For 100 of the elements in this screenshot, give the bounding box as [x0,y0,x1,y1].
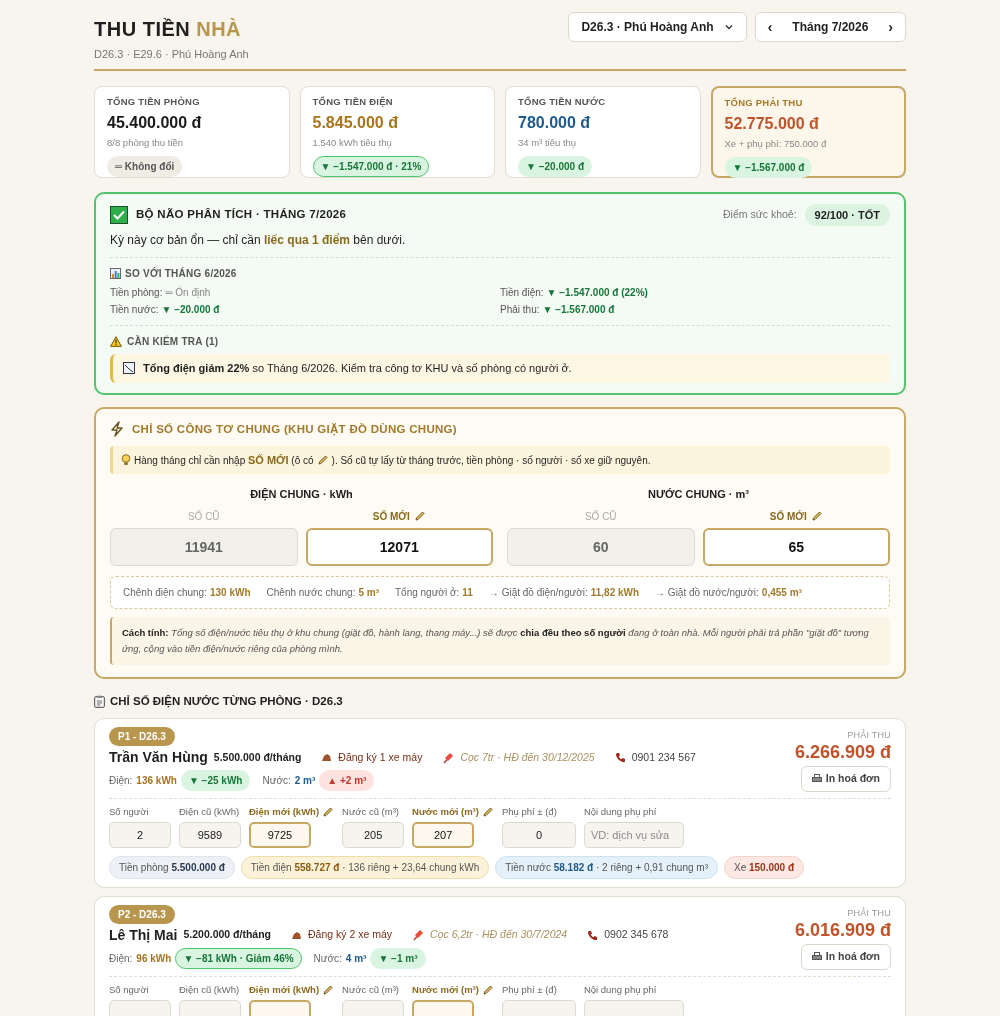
pin-icon [412,929,425,942]
cost-chip: Tiền điện 558.727 đ · 136 riêng + 23,64 chung kWh [240,855,490,879]
stat-value: 5 m³ [358,585,379,600]
compare-label: Phải thu: [500,303,540,317]
stat-label: Chênh điện chung: [123,585,207,600]
field-label: Phụ phí ± (đ) [501,805,557,818]
power-usage: 96 kWh [136,951,172,966]
tenant-name: Trần Văn Hùng [109,748,208,767]
usage-label: Điện: [109,774,133,788]
page-title-accent: NHÀ [196,17,242,42]
field-label: Số người [109,805,149,818]
compare-label: Tiền điện: [500,286,544,300]
old-reading-field[interactable]: 60 [507,527,695,566]
phone-icon [587,929,599,941]
print-invoice-button[interactable]: In hoá đơn [800,943,891,970]
new-reading-field[interactable]: 65 [702,527,890,566]
due-amount: 6.016.909 đ [794,918,891,941]
vehicle-info: Đăng ký 1 xe máy [338,749,423,765]
input-field[interactable]: 0 [501,821,576,848]
card-value: 52.775.000 đ [724,113,820,134]
tenant-name: Lê Thị Mai [109,925,178,945]
due-label: PHẢI THU [847,729,891,741]
input-field[interactable]: 9589 [179,821,241,848]
input-field[interactable]: 2 [109,821,171,848]
section-title: CẦN KIỂM TRA (1) [127,334,219,349]
panel-title: CHỈ SỐ CÔNG TƠ CHUNG (KHU GIẶT ĐỒ DÙNG CHUNG) [132,421,457,438]
compare-label: Tiền phòng: [110,286,163,300]
water-usage: 2 m³ [294,774,316,788]
card-subtext: Xe + phụ phí: 750.000 đ [724,136,828,151]
field-label: Số người [109,983,149,996]
bar-chart-icon [110,268,121,279]
print-invoice-button[interactable]: In hoá đơn [800,766,891,792]
field-label: Điện mới (kWh) [249,805,320,818]
usage-label: Nước: [313,951,342,966]
building-select[interactable]: D26.3 · Phú Hoàng Anh [568,12,747,42]
page-subtitle: D26.3 · E29.6 · Phú Hoàng Anh [94,47,249,62]
pencil-icon [481,983,494,996]
change-badge: ▼ −1.547.000 đ · 21% [312,156,430,177]
compare-value: ═ Ổn định [165,285,211,300]
pin-icon [442,751,455,764]
deposit-info: Cọc 6,2tr · HĐ đến 30/7/2024 [430,927,568,943]
meter-group-title: ĐIỆN CHUNG · kWh [249,487,354,503]
card-value: 45.400.000 đ [107,112,203,133]
rent-amount: 5.500.000 đ/tháng [213,749,302,765]
section-title: CHỈ SỐ ĐIỆN NƯỚC TỪNG PHÒNG · D26.3 [110,693,343,710]
field-label: Nước cũ (m³) [342,805,399,818]
card-subtext: 1.540 kWh tiêu thụ [312,135,393,150]
change-badge: ▲ +2 m³ [319,770,375,791]
card-subtext: 8/8 phòng thu tiền [107,135,185,150]
stat-label: → Giặt đồ nước/người: [655,585,759,600]
warning-icon [110,336,122,347]
usage-label: Điện: [109,951,133,966]
pencil-icon [481,805,494,818]
stat-value: 130 kWh [209,585,251,600]
compare-value: ▼ −1.567.000 đ [542,303,615,317]
change-badge: ▼ −20.000 đ [518,156,592,177]
phone-icon [614,752,626,763]
field-label: Điện cũ (kWh) [179,983,240,996]
old-reading-field[interactable]: 11941 [110,527,298,566]
previous-month-button[interactable]: ‹ [759,16,781,38]
new-reading-label: SỐ MỚI [372,509,410,524]
old-reading-label: SỐ CŨ [187,509,220,524]
change-badge: ▼ −25 kWh [180,770,251,791]
pencil-icon [413,510,426,523]
pencil-icon [322,983,335,996]
deposit-info: Cọc 7tr · HĐ đến 30/12/2025 [460,749,595,765]
next-month-button[interactable]: › [880,16,901,38]
card-subtext: 34 m³ tiêu thụ [518,135,578,150]
old-reading-label: SỐ CŨ [584,509,617,524]
power-usage: 136 kWh [136,774,177,788]
stat-label: → Giặt đồ điện/người: [488,585,588,600]
input-field[interactable]: VD: dịch vụ sửa [583,821,684,848]
input-field[interactable]: 205 [342,821,405,848]
new-reading-label: SỐ MỚI [769,509,807,524]
page-title: THU TIỀN [94,17,191,42]
phone-number: 0901 234 567 [631,749,696,765]
trend-down-icon [123,362,135,375]
stat-value: 0,455 m³ [761,585,802,600]
printer-icon [811,774,822,784]
chevron-down-icon [723,22,734,32]
new-reading-field[interactable]: 12071 [305,527,493,566]
stat-value: 11,82 kWh [590,585,640,600]
clipboard-icon [94,694,105,708]
card-value: 5.845.000 đ [312,112,399,133]
card-value: 780.000 đ [518,112,592,133]
input-field[interactable]: 207 [412,821,475,848]
change-badge: ▼ −81 kWh · Giảm 46% [175,947,302,969]
room-tag: P2 - D26.3 [109,904,175,924]
phone-number: 0902 345 678 [604,927,669,943]
water-usage: 4 m³ [345,951,367,966]
change-badge: ▼ −1.567.000 đ [724,157,813,178]
pencil-icon [322,805,335,818]
field-label: Nội dung phụ phí [583,983,657,996]
field-label: Nội dung phụ phí [583,805,657,818]
field-label: Điện mới (kWh) [249,983,320,996]
month-label: Tháng 7/2026 [791,19,870,36]
analysis-summary: Kỳ này cơ bản ổn — chỉ cần liếc qua 1 điểm bên dưới. [110,231,890,258]
card-label: TỔNG PHẢI THU [724,95,804,110]
input-field[interactable]: 9725 [249,821,311,848]
rent-amount: 5.200.000 đ/tháng [183,927,271,943]
